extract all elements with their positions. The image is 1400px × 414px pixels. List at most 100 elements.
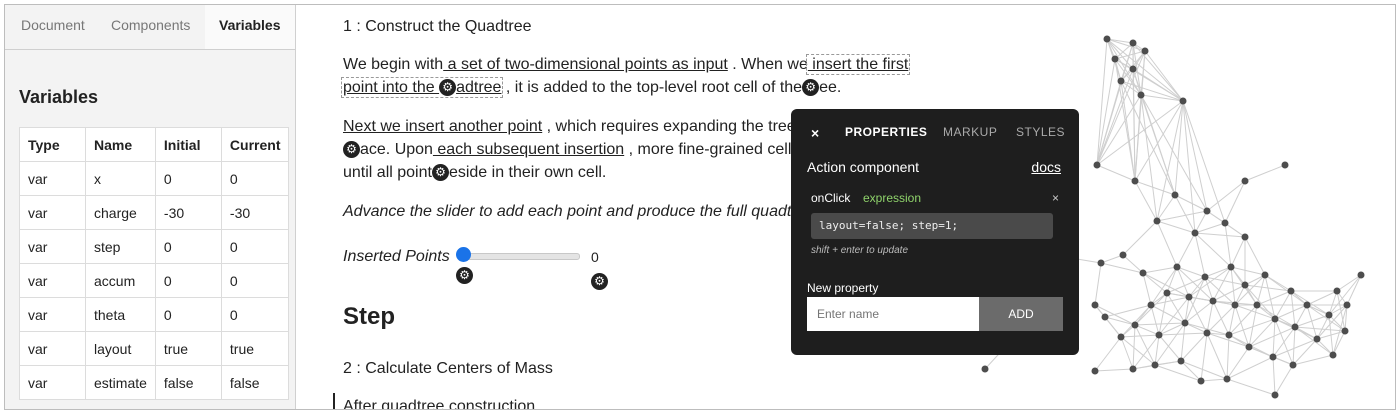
graph-node[interactable] bbox=[981, 365, 989, 373]
graph-node[interactable] bbox=[1289, 361, 1297, 369]
graph-edge bbox=[1176, 266, 1206, 278]
graph-node[interactable] bbox=[1093, 161, 1101, 169]
graph-node[interactable] bbox=[1203, 329, 1211, 337]
slider-thumb[interactable] bbox=[456, 247, 471, 262]
graph-edge bbox=[1224, 222, 1246, 238]
gear-icon[interactable]: ⚙ bbox=[456, 267, 473, 284]
graph-node[interactable] bbox=[1137, 91, 1145, 99]
action-insert-first[interactable]: insert the first bbox=[805, 54, 911, 75]
graph-node[interactable] bbox=[1177, 357, 1185, 365]
graph-node[interactable] bbox=[1271, 315, 1279, 323]
graph-node[interactable] bbox=[1271, 391, 1279, 399]
graph-edge bbox=[1224, 222, 1232, 268]
remove-property-icon[interactable]: × bbox=[1052, 191, 1059, 205]
gear-icon[interactable]: ⚙ bbox=[439, 79, 457, 97]
graph-node[interactable] bbox=[1171, 191, 1179, 199]
graph-node[interactable] bbox=[1155, 331, 1163, 339]
expression-editor[interactable]: layout=false; step=1; bbox=[811, 213, 1053, 239]
graph-node[interactable] bbox=[1147, 301, 1155, 309]
graph-node[interactable] bbox=[1131, 177, 1139, 185]
graph-node[interactable] bbox=[1141, 47, 1149, 55]
gear-icon[interactable]: ⚙ bbox=[591, 273, 608, 290]
gear-icon[interactable]: ⚙ bbox=[343, 141, 360, 159]
close-icon[interactable]: × bbox=[811, 125, 819, 141]
inserted-points-slider[interactable] bbox=[463, 253, 580, 260]
graph-node[interactable] bbox=[1139, 269, 1147, 277]
graph-node[interactable] bbox=[1325, 311, 1333, 319]
graph-node[interactable] bbox=[1241, 281, 1249, 289]
graph-node[interactable] bbox=[1191, 229, 1199, 237]
tab-components[interactable]: Components bbox=[111, 17, 190, 33]
graph-node[interactable] bbox=[1111, 55, 1119, 63]
graph-node[interactable] bbox=[1131, 321, 1139, 329]
graph-node[interactable] bbox=[1303, 301, 1311, 309]
graph-node[interactable] bbox=[1241, 177, 1249, 185]
tab-properties[interactable]: PROPERTIES bbox=[845, 125, 927, 139]
graph-edge bbox=[1150, 304, 1160, 336]
graph-node[interactable] bbox=[1179, 97, 1187, 105]
table-cell: 0 bbox=[220, 229, 290, 264]
docs-link[interactable]: docs bbox=[1031, 159, 1061, 175]
graph-node[interactable] bbox=[1281, 161, 1289, 169]
graph-node[interactable] bbox=[1119, 251, 1127, 259]
graph-node[interactable] bbox=[1209, 297, 1217, 305]
update-hint: shift + enter to update bbox=[811, 245, 909, 256]
graph-node[interactable] bbox=[1231, 301, 1239, 309]
graph-node[interactable] bbox=[1203, 207, 1211, 215]
graph-node[interactable] bbox=[1197, 377, 1205, 385]
slider-value: 0 bbox=[591, 249, 599, 265]
graph-node[interactable] bbox=[1129, 65, 1137, 73]
action-insert-another[interactable]: Next we insert another point bbox=[343, 118, 542, 135]
graph-node[interactable] bbox=[1245, 343, 1253, 351]
paragraph-4: After quadtree construction bbox=[343, 398, 536, 410]
graph-node[interactable] bbox=[1329, 351, 1337, 359]
new-property-input[interactable] bbox=[807, 297, 979, 331]
graph-node[interactable] bbox=[1333, 287, 1341, 295]
tab-variables[interactable]: Variables bbox=[219, 17, 281, 33]
graph-node[interactable] bbox=[1241, 233, 1249, 241]
action-each-insertion[interactable]: each subsequent insertion bbox=[433, 141, 624, 158]
graph-node[interactable] bbox=[1201, 273, 1209, 281]
graph-node[interactable] bbox=[1181, 319, 1189, 327]
graph-node[interactable] bbox=[1117, 77, 1125, 85]
graph-node[interactable] bbox=[1151, 361, 1159, 369]
graph-node[interactable] bbox=[1343, 301, 1351, 309]
graph-node[interactable] bbox=[1163, 289, 1171, 297]
graph-node[interactable] bbox=[1153, 217, 1161, 225]
graph-node[interactable] bbox=[1357, 271, 1365, 279]
graph-node[interactable] bbox=[1227, 263, 1235, 271]
gear-icon[interactable]: ⚙ bbox=[431, 164, 449, 182]
tab-markup[interactable]: MARKUP bbox=[943, 125, 997, 139]
graph-node[interactable] bbox=[1291, 323, 1299, 331]
graph-node[interactable] bbox=[1097, 259, 1105, 267]
graph-node[interactable] bbox=[1287, 287, 1295, 295]
graph-node[interactable] bbox=[1225, 331, 1233, 339]
tab-styles[interactable]: STYLES bbox=[1016, 125, 1065, 139]
graph-node[interactable] bbox=[1101, 313, 1109, 321]
graph-node[interactable] bbox=[1221, 219, 1229, 227]
table-cell: var bbox=[19, 195, 86, 230]
graph-node[interactable] bbox=[1103, 35, 1111, 43]
graph-node[interactable] bbox=[1129, 365, 1137, 373]
graph-node[interactable] bbox=[1185, 293, 1193, 301]
graph-node[interactable] bbox=[1129, 39, 1137, 47]
add-property-button[interactable]: ADD bbox=[979, 297, 1063, 331]
tab-document[interactable]: Document bbox=[21, 17, 85, 33]
action-insert-first-cont[interactable]: point into the ⚙ adtree bbox=[340, 77, 504, 98]
table-cell: estimate bbox=[85, 365, 156, 400]
graph-node[interactable] bbox=[1253, 301, 1261, 309]
graph-node[interactable] bbox=[1117, 333, 1125, 341]
graph-edge bbox=[1230, 236, 1246, 268]
graph-node[interactable] bbox=[1091, 301, 1099, 309]
graph-node[interactable] bbox=[1269, 353, 1277, 361]
graph-node[interactable] bbox=[1173, 263, 1181, 271]
graph-node[interactable] bbox=[1223, 375, 1231, 383]
link-point-set[interactable]: a set of two-dimensional points as input bbox=[443, 56, 728, 73]
paragraph-1-text-c: . When we bbox=[727, 56, 808, 73]
table-row: var estimate false false bbox=[19, 365, 290, 400]
gear-icon[interactable]: ⚙ bbox=[802, 79, 820, 97]
graph-node[interactable] bbox=[1091, 367, 1099, 375]
graph-node[interactable] bbox=[1341, 327, 1349, 335]
graph-node[interactable] bbox=[1261, 271, 1269, 279]
graph-node[interactable] bbox=[1313, 335, 1321, 343]
